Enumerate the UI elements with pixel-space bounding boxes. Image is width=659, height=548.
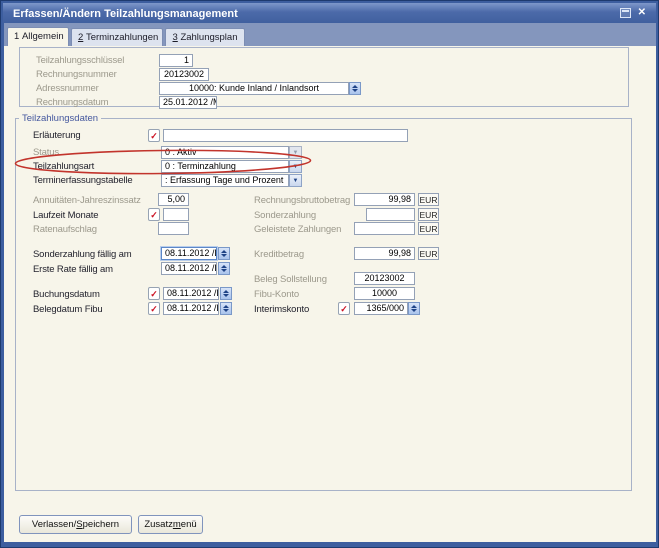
tab-allgemein[interactable]: 1 Allgemein — [7, 27, 69, 46]
kreditbetrag-label: Kreditbetrag — [254, 249, 304, 260]
belegdatum-label: Belegdatum Fibu — [33, 304, 103, 315]
ratenaufschlag-label: Ratenaufschlag — [33, 224, 97, 235]
rechnungsbrutto-currency: EUR — [418, 193, 439, 206]
restore-icon[interactable] — [620, 8, 631, 18]
geleistete-input — [354, 222, 415, 235]
verlassen-speichern-button[interactable]: Verlassen/Speichern — [19, 515, 132, 534]
belegdatum-input[interactable]: 08.11.2012 /Do — [163, 302, 219, 315]
dialog-window: Erfassen/Ändern Teilzahlungsmanagement ✕… — [0, 0, 659, 548]
terminerfassungstabelle-dropdown-button[interactable]: ▼ — [289, 174, 302, 187]
tab-terminzahlungen[interactable]: 2 Terminzahlungen — [71, 28, 163, 46]
erlaeuterung-input[interactable] — [163, 129, 408, 142]
status-label: Status — [33, 147, 59, 158]
rechnungsdatum-label: Rechnungsdatum — [36, 97, 108, 108]
annuitaeten-label: Annuitäten-Jahreszinssatz — [33, 195, 141, 206]
kreditbetrag-currency: EUR — [418, 247, 439, 260]
teilzahlungsart-combo[interactable]: 0 : Terminzahlung — [161, 160, 289, 173]
laufzeit-input[interactable] — [163, 208, 189, 221]
interimskonto-spinner[interactable] — [408, 302, 420, 315]
close-icon[interactable]: ✕ — [638, 8, 646, 18]
beleg-sollstellung-input: 20123002 — [354, 272, 415, 285]
adressnummer-combo[interactable]: 10000: Kunde Inland / Inlandsort — [159, 82, 349, 95]
zusatzmenu-button[interactable]: Zusatzmenü — [138, 515, 203, 534]
sonderzahlung-label: Sonderzahlung — [254, 210, 316, 221]
window-title: Erfassen/Ändern Teilzahlungsmanagement — [13, 8, 238, 20]
fibu-konto-label: Fibu-Konto — [254, 289, 299, 300]
sonderzahlung-currency: EUR — [418, 208, 439, 221]
ratenaufschlag-input — [158, 222, 189, 235]
rechnungsnummer-input: 20123002 — [159, 68, 209, 81]
belegdatum-check-icon[interactable]: ✓ — [148, 302, 160, 315]
rechnungsbrutto-label: Rechnungsbruttobetrag — [254, 195, 350, 206]
rechnungsdatum-input: 25.01.2012 /Mi — [159, 96, 217, 109]
teilzahlungsart-label: Teilzahlungsart — [33, 161, 94, 172]
teilzahlungsschluessel-label: Teilzahlungsschlüssel — [36, 55, 124, 66]
sonderzahlung-faellig-spinner[interactable] — [218, 247, 230, 260]
erlaeuterung-label: Erläuterung — [33, 130, 80, 141]
fibu-konto-input: 10000 — [354, 287, 415, 300]
buchungsdatum-input[interactable]: 08.11.2012 /Do — [163, 287, 219, 300]
erste-rate-label: Erste Rate fällig am — [33, 264, 113, 275]
teilzahlungsschluessel-input: 1 — [159, 54, 193, 67]
buchungsdatum-check-icon[interactable]: ✓ — [148, 287, 160, 300]
terminerfassungstabelle-label: Terminerfassungstabelle — [33, 175, 133, 186]
sonderzahlung-faellig-input[interactable]: 08.11.2012 /Do — [161, 247, 217, 260]
title-bar: Erfassen/Ändern Teilzahlungsmanagement ✕ — [3, 3, 656, 23]
teilzahlungsdaten-group — [15, 118, 632, 491]
kreditbetrag-input: 99,98 — [354, 247, 415, 260]
rechnungsnummer-label: Rechnungsnummer — [36, 69, 117, 80]
annuitaeten-input: 5,00 — [158, 193, 189, 206]
rechnungsbrutto-input: 99,98 — [354, 193, 415, 206]
erlaeuterung-check-icon[interactable]: ✓ — [148, 129, 160, 142]
adressnummer-label: Adressnummer — [36, 83, 99, 94]
sonderzahlung-faellig-label: Sonderzahlung fällig am — [33, 249, 131, 260]
beleg-sollstellung-label: Beleg Sollstellung — [254, 274, 327, 285]
teilzahlungsart-dropdown-button[interactable]: ▼ — [289, 160, 302, 173]
buchungsdatum-spinner[interactable] — [220, 287, 232, 300]
erste-rate-input[interactable]: 08.11.2012 /Do — [161, 262, 217, 275]
status-combo: 0 : Aktiv — [161, 146, 289, 159]
sonderzahlung-input[interactable] — [366, 208, 415, 221]
status-dropdown-button: ▼ — [289, 146, 302, 159]
laufzeit-check-icon[interactable]: ✓ — [148, 208, 160, 221]
terminerfassungstabelle-combo[interactable]: : Erfassung Tage und Prozent — [161, 174, 289, 187]
teilzahlungsdaten-group-label: Teilzahlungsdaten — [19, 113, 101, 124]
geleistete-label: Geleistete Zahlungen — [254, 224, 341, 235]
laufzeit-label: Laufzeit Monate — [33, 210, 98, 221]
buchungsdatum-label: Buchungsdatum — [33, 289, 100, 300]
interimskonto-input[interactable]: 1365/000 — [354, 302, 408, 315]
erste-rate-spinner[interactable] — [218, 262, 230, 275]
interimskonto-check-icon[interactable]: ✓ — [338, 302, 350, 315]
interimskonto-label: Interimskonto — [254, 304, 309, 315]
belegdatum-spinner[interactable] — [220, 302, 232, 315]
geleistete-currency: EUR — [418, 222, 439, 235]
tab-zahlungsplan[interactable]: 3 Zahlungsplan — [165, 28, 245, 46]
adressnummer-spinner[interactable] — [349, 82, 361, 95]
